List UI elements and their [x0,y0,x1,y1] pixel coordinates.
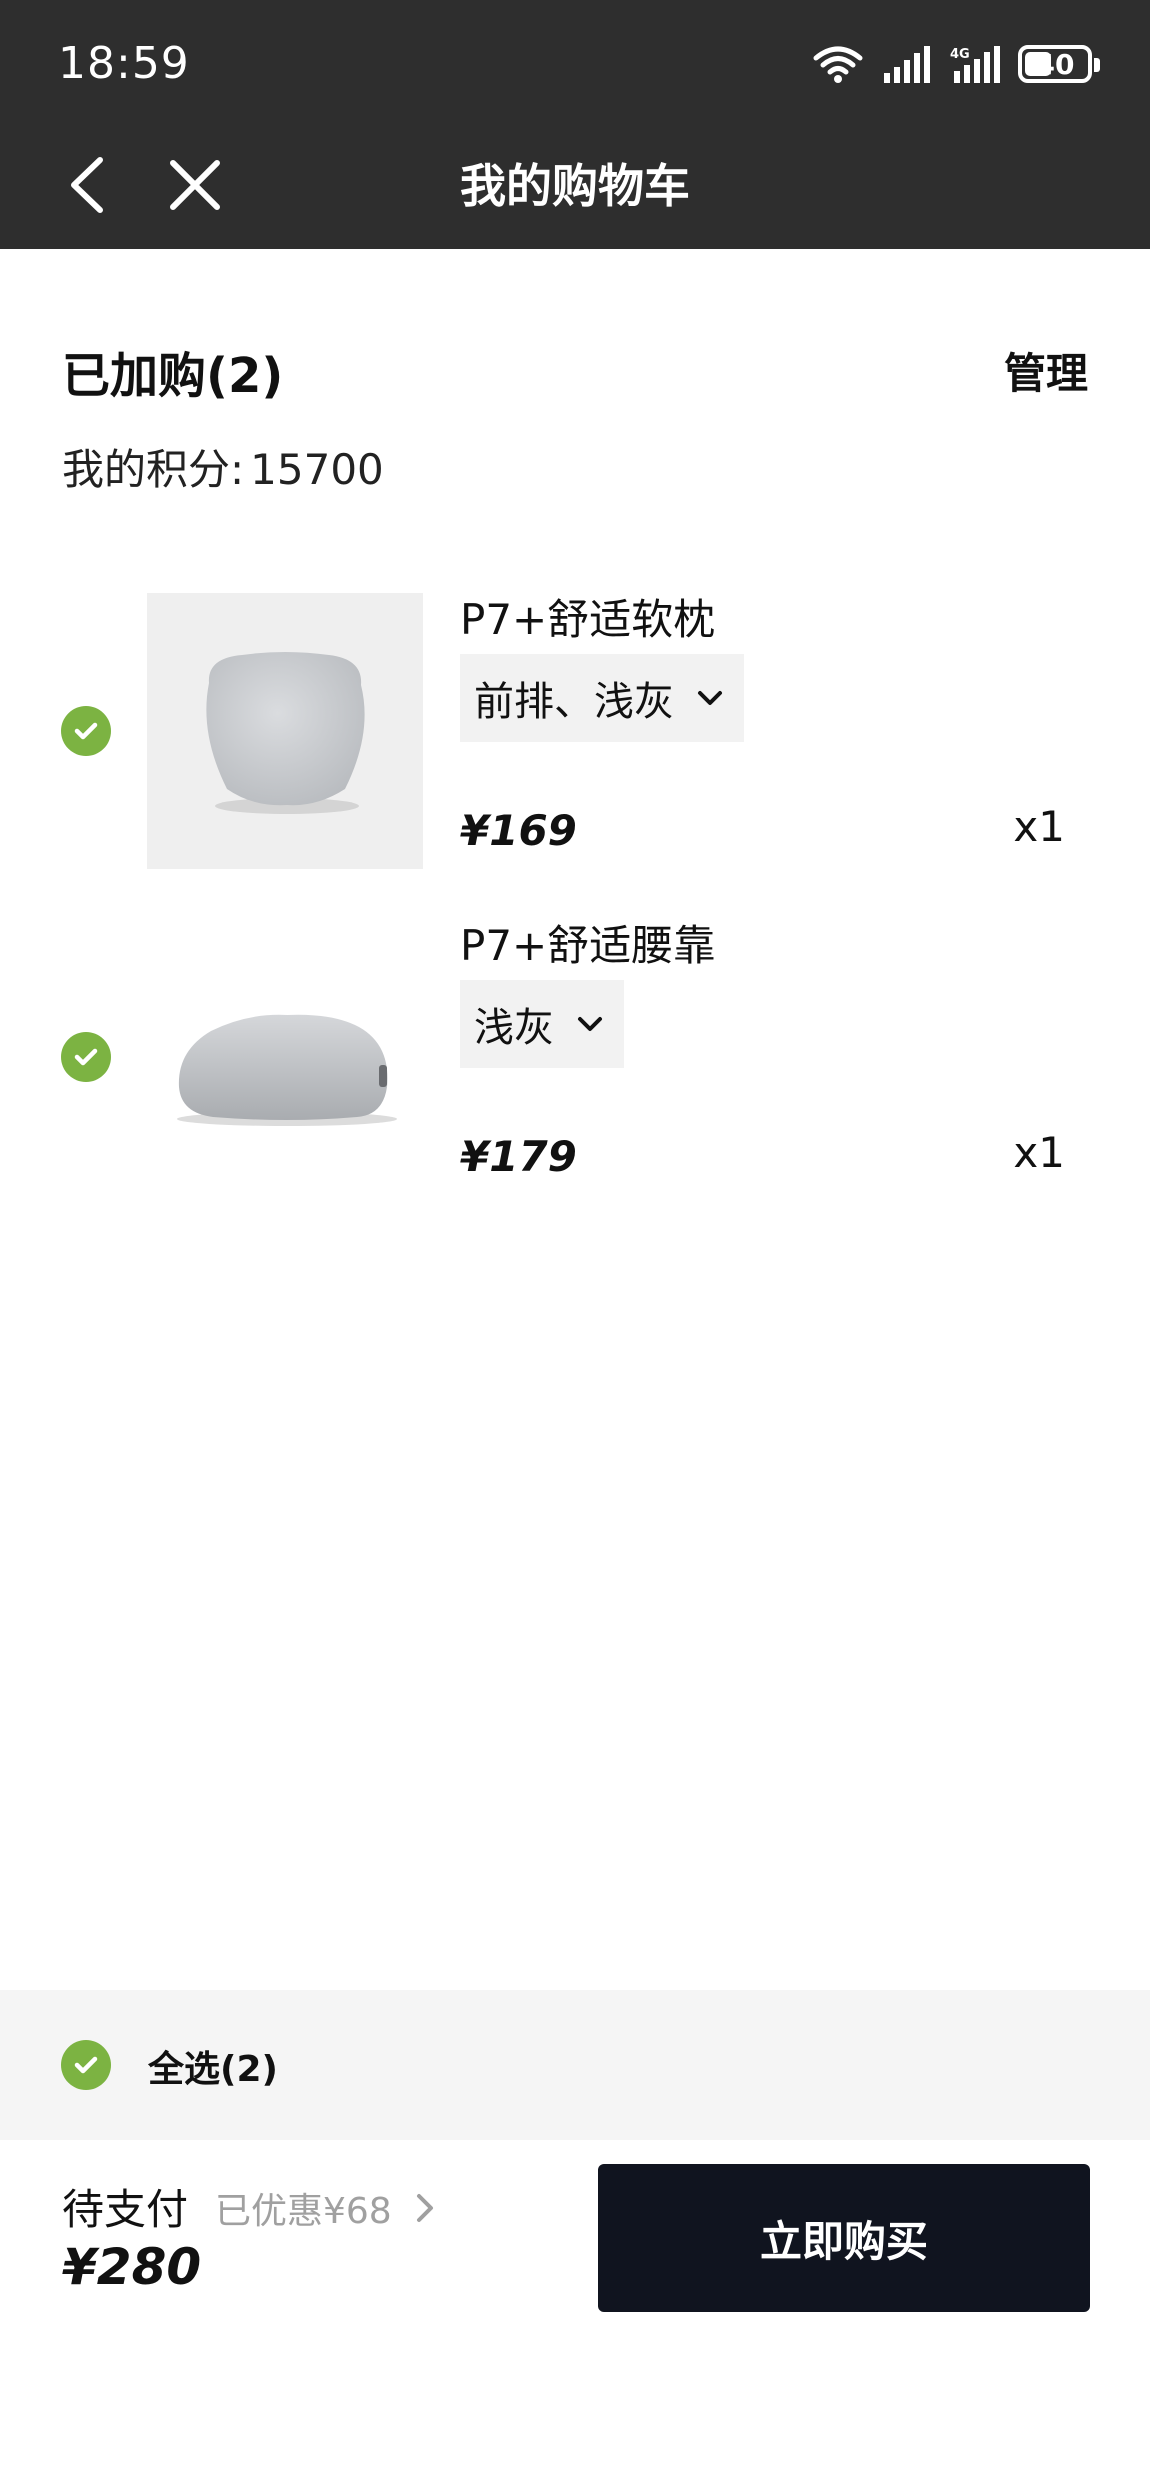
select-all-checkbox[interactable] [61,2040,111,2090]
signal-icon [884,46,930,83]
check-icon [74,2056,98,2074]
status-time: 18:59 [58,38,190,89]
option-value: 浅灰 [474,1005,554,1051]
points-value: 15700 [250,445,384,494]
product-price: ¥169 [460,806,577,855]
top-bar: 18:59 4G 40 我的购物车 [0,0,1150,249]
battery-icon: 40 [1018,45,1100,83]
pay-label: 待支付 [62,2185,189,2234]
battery-level: 40 [1035,47,1075,81]
product-price: ¥179 [460,1132,577,1181]
option-selector[interactable]: 前排、浅灰 [460,654,744,742]
network-type-label: 4G [950,47,970,62]
chevron-down-icon [578,1017,602,1031]
product-image[interactable] [147,919,423,1195]
cart-page: 18:59 4G 40 我的购物车 已加购(2) 管理 我的积分: 15700 … [0,0,1150,2483]
cart-item: P7+舒适腰靠 浅灰 ¥179 x1 [0,906,1150,1226]
page-title: 我的购物车 [460,159,690,213]
product-name[interactable]: P7+舒适腰靠 [460,912,715,973]
wifi-icon [813,46,863,83]
select-all-label[interactable]: 全选(2) [148,2040,278,2092]
signal-4g-icon: 4G [950,46,1000,83]
buy-now-button[interactable]: 立即购买 [598,2164,1090,2312]
item-checkbox[interactable] [61,1032,111,1082]
product-name[interactable]: P7+舒适软枕 [460,586,715,647]
discount-detail-link[interactable]: 已优惠¥68 [215,2182,436,2234]
product-image[interactable] [147,593,423,869]
cart-item: P7+舒适软枕 前排、浅灰 ¥169 x1 [0,580,1150,900]
points-label: 我的积分: [62,445,245,494]
points-row: 我的积分: 15700 [62,436,384,497]
total-price: ¥280 [62,2238,202,2296]
chevron-down-icon [698,691,722,705]
chevron-right-icon [416,2194,433,2222]
discount-label: 已优惠¥68 [215,2191,392,2232]
product-qty: x1 [1013,1128,1065,1177]
option-value: 前排、浅灰 [474,679,674,725]
check-icon [74,1048,98,1066]
cart-count-label: 已加购(2) [62,348,284,404]
check-icon [74,722,98,740]
manage-button[interactable]: 管理 [1004,340,1088,401]
pillow-image [206,652,365,814]
lumbar-pillow-image [177,1014,397,1126]
select-all-bar: 全选(2) [0,1990,1150,2140]
item-checkbox[interactable] [61,706,111,756]
product-qty: x1 [1013,802,1065,851]
option-selector[interactable]: 浅灰 [460,980,624,1068]
status-icons: 4G 40 [812,42,1100,86]
